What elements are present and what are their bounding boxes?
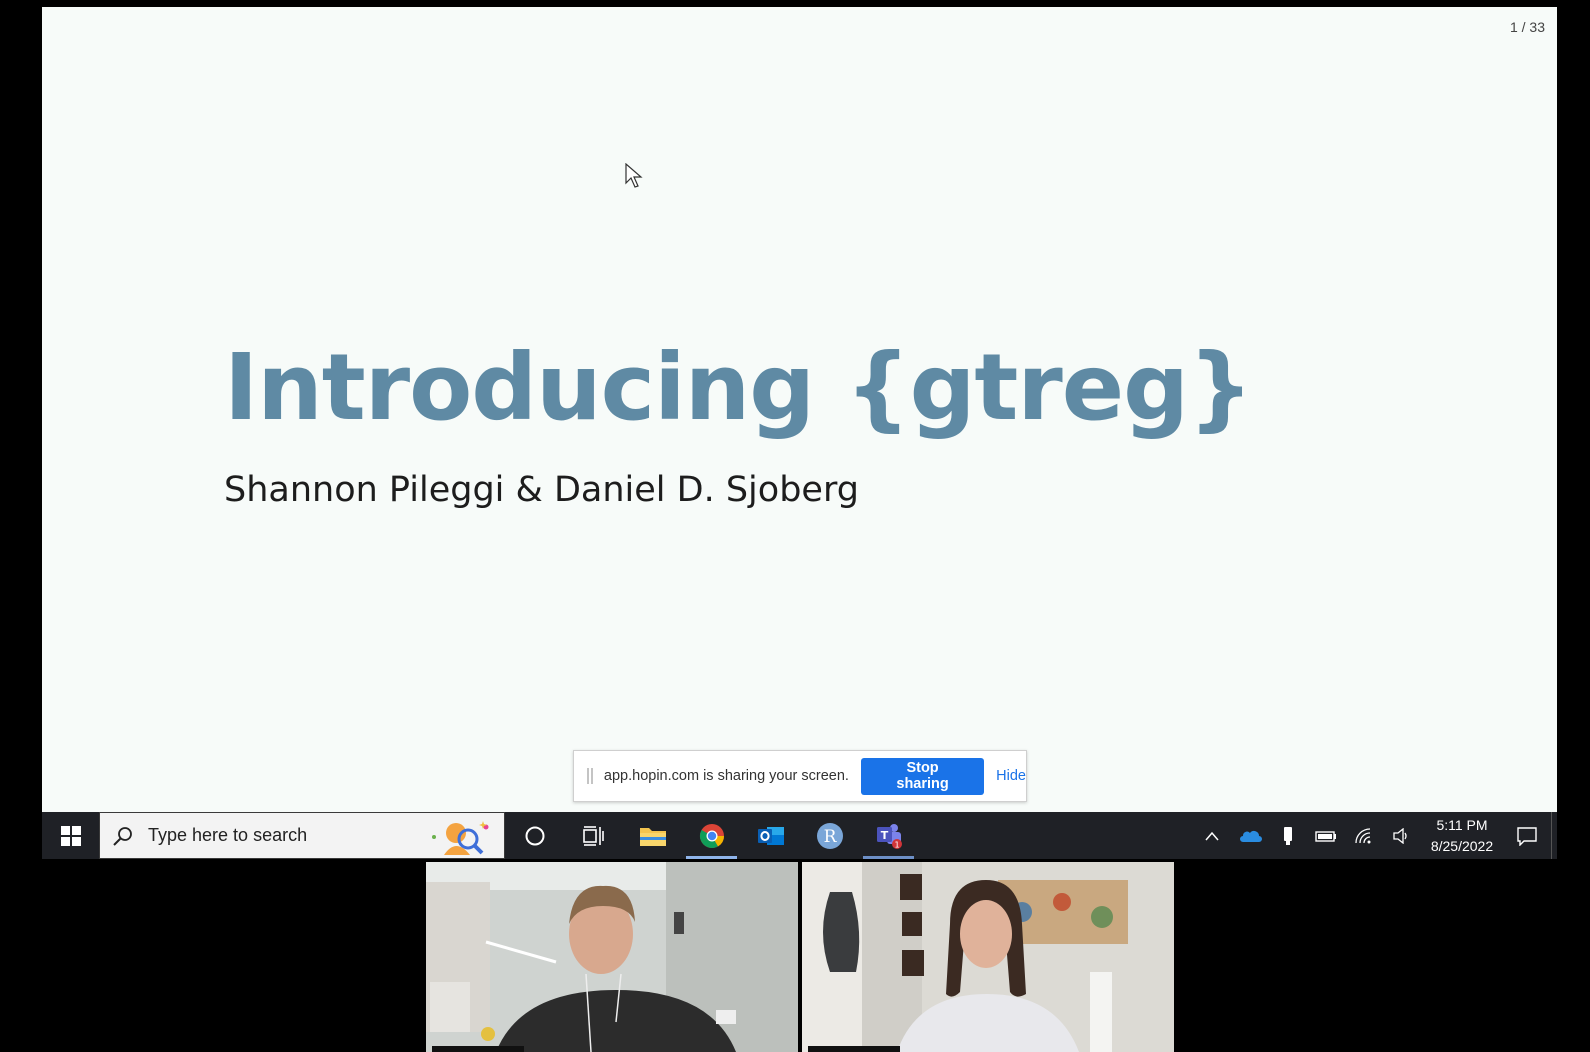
taskbar-clock[interactable]: 5:11 PM 8/25/2022 [1421, 815, 1503, 857]
notification-center[interactable] [1503, 812, 1551, 859]
participant-video-image [426, 862, 798, 1052]
system-tray: 5:11 PM 8/25/2022 [1193, 812, 1557, 859]
outlook-icon [757, 826, 784, 845]
circle-icon [525, 826, 544, 845]
search-input[interactable] [146, 824, 426, 847]
taskbar-cortana[interactable] [505, 812, 564, 859]
hide-link[interactable]: Hide [996, 768, 1026, 784]
show-desktop-button[interactable] [1551, 812, 1557, 859]
teams-icon: T 1 [876, 823, 902, 849]
chrome-icon [699, 823, 724, 848]
share-message: app.hopin.com is sharing your screen. [603, 768, 849, 784]
taskbar-r[interactable]: R [800, 812, 859, 859]
speaker-icon [1393, 827, 1407, 844]
video-tile-participant-1[interactable] [426, 862, 798, 1052]
slide-subtitle: Shannon Pileggi & Daniel D. Sjoberg [224, 470, 859, 510]
mouse-cursor-icon [625, 163, 643, 188]
notification-icon [1517, 826, 1537, 846]
slide-title: Introducing {gtreg} [224, 334, 1254, 441]
taskbar-task-view[interactable] [564, 812, 623, 859]
tray-usb[interactable] [1269, 812, 1307, 859]
windows-logo-icon [60, 825, 81, 846]
onedrive-icon [1240, 830, 1262, 842]
folder-icon [639, 827, 666, 846]
svg-text:T: T [880, 829, 888, 842]
screen: 1 / 33 Introducing {gtreg} Shannon Pileg… [0, 0, 1590, 1052]
search-highlight-icon [432, 821, 489, 855]
video-tile-participant-2[interactable] [802, 862, 1174, 1052]
tray-wifi[interactable] [1345, 812, 1383, 859]
participant-video-image [802, 862, 1174, 1052]
wifi-icon [1355, 827, 1371, 843]
taskbar-outlook[interactable] [741, 812, 800, 859]
start-button[interactable] [42, 812, 99, 859]
clock-time: 5:11 PM [1436, 816, 1488, 833]
participant-name-tag [432, 1046, 524, 1052]
clock-date: 8/25/2022 [1430, 837, 1494, 854]
windows-taskbar: R T 1 [42, 812, 1557, 859]
task-view-icon [582, 825, 604, 846]
tray-onedrive[interactable] [1231, 812, 1269, 859]
participant-name-tag [808, 1046, 900, 1052]
taskbar-file-explorer[interactable] [623, 812, 682, 859]
taskbar-teams[interactable]: T 1 [859, 812, 918, 859]
screen-share-bar: app.hopin.com is sharing your screen. St… [573, 750, 1027, 802]
usb-drive-icon [1284, 826, 1292, 845]
presentation-slide: 1 / 33 Introducing {gtreg} Shannon Pileg… [42, 7, 1557, 812]
taskbar-search-box[interactable] [99, 812, 505, 859]
chevron-up-icon [1205, 831, 1219, 840]
stop-sharing-button[interactable]: Stop sharing [860, 757, 985, 795]
r-icon: R [816, 822, 843, 849]
taskbar-chrome[interactable] [682, 812, 741, 859]
tray-volume[interactable] [1383, 812, 1421, 859]
search-icon [113, 826, 132, 846]
battery-icon [1315, 830, 1336, 842]
svg-text:R: R [823, 827, 837, 847]
drag-handle[interactable] [587, 768, 593, 784]
svg-text:1: 1 [894, 840, 899, 849]
slide-page-counter: 1 / 33 [1509, 19, 1545, 35]
tray-battery[interactable] [1307, 812, 1345, 859]
tray-overflow[interactable] [1193, 812, 1231, 859]
